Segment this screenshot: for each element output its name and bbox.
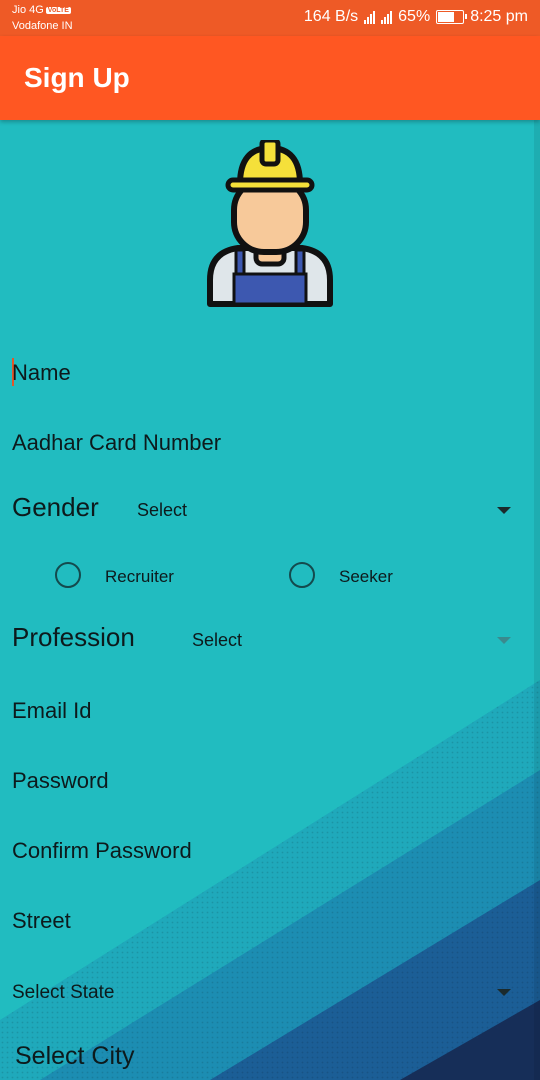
recruiter-radio[interactable]: [55, 562, 81, 588]
status-indicators: 164 B/s 65% 8:25 pm: [304, 8, 528, 26]
profession-label: Profession: [12, 622, 135, 652]
carrier-primary: Jio 4G VoLTE: [12, 4, 71, 16]
city-select[interactable]: Select City: [15, 1042, 134, 1071]
status-bar: Jio 4G VoLTE Vodafone IN 164 B/s 65% 8:25…: [0, 0, 540, 36]
profession-dropdown-icon[interactable]: [497, 637, 511, 644]
state-dropdown-icon[interactable]: [497, 989, 511, 996]
name-field[interactable]: Name: [12, 360, 71, 386]
seeker-radio[interactable]: [289, 562, 315, 588]
confirm-password-field[interactable]: Confirm Password: [12, 838, 192, 864]
battery-percent: 65%: [398, 8, 431, 25]
page-title: Sign Up: [24, 62, 130, 93]
state-select[interactable]: Select State: [12, 982, 114, 1004]
seeker-radio-label[interactable]: Seeker: [339, 567, 393, 587]
carrier-secondary: Vodafone IN: [12, 20, 73, 32]
password-field[interactable]: Password: [12, 768, 109, 794]
battery-icon: [436, 10, 468, 24]
clock: 8:25 pm: [470, 8, 528, 25]
profession-select[interactable]: Select: [192, 630, 242, 651]
signup-form: Name Aadhar Card Number Gender Select Re…: [0, 120, 540, 1080]
volte-badge: VoLTE: [45, 6, 71, 14]
network-speed: 164 B/s: [303, 8, 359, 25]
email-field[interactable]: Email Id: [12, 698, 91, 724]
carrier-primary-label: Jio 4G: [12, 4, 44, 16]
gender-dropdown-icon[interactable]: [497, 507, 511, 514]
scroll-edge: [534, 120, 540, 1080]
signal-4g-icon: [364, 10, 376, 24]
construction-worker-icon: [207, 140, 333, 307]
aadhar-field[interactable]: Aadhar Card Number: [12, 430, 221, 456]
app-bar: Sign Up: [0, 36, 540, 120]
gender-label: Gender: [12, 492, 99, 522]
signal-icon: [381, 10, 393, 24]
gender-select[interactable]: Select: [137, 500, 187, 521]
recruiter-radio-label[interactable]: Recruiter: [105, 567, 174, 587]
street-field[interactable]: Street: [12, 908, 71, 934]
